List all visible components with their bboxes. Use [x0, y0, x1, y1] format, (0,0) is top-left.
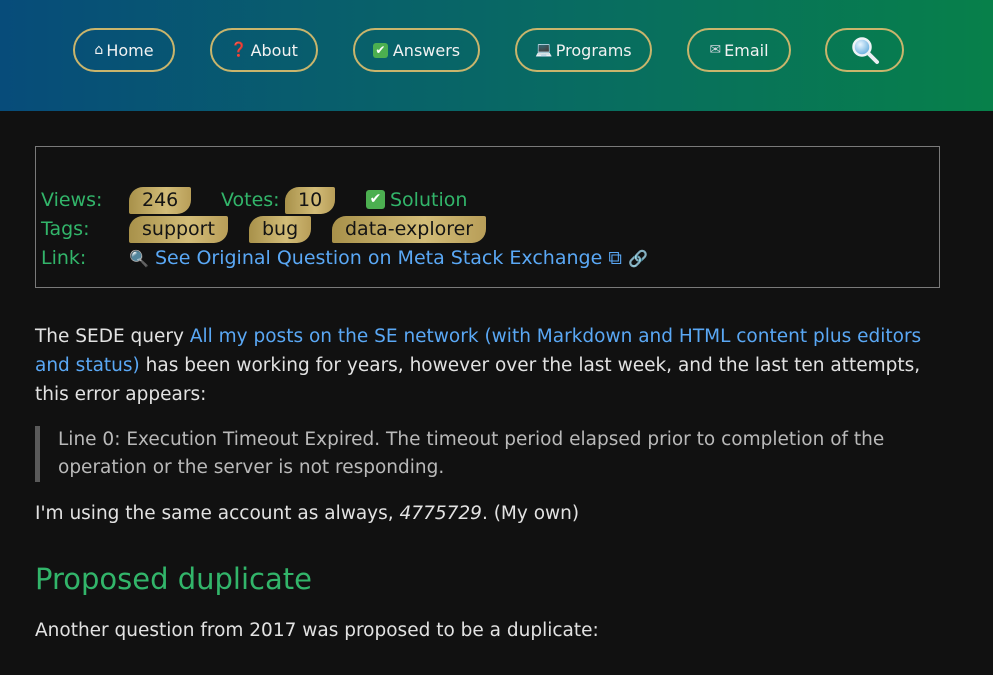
account-id: 4775729 [399, 503, 482, 524]
error-blockquote: Line 0: Execution Timeout Expired. The t… [35, 426, 935, 482]
section-heading: Proposed duplicate [35, 562, 312, 596]
paragraph-duplicate: Another question from 2017 was proposed … [35, 620, 599, 641]
votes-label: Votes: [221, 189, 280, 211]
nav-about-label: About [250, 40, 298, 60]
tag-data-explorer[interactable]: data-explorer [332, 216, 487, 243]
account-text-start: I'm using the same account as always, [35, 503, 400, 524]
original-question-link-wrapper: 🔍 See Original Question on Meta Stack Ex… [129, 245, 648, 272]
check-icon: ✔ [366, 190, 385, 209]
views-count: 246 [129, 187, 192, 214]
question-body: The SEDE query All my posts on the SE ne… [35, 322, 935, 645]
magnifier-icon: 🔍 [129, 249, 149, 268]
nav-answers-label: Answers [392, 40, 461, 60]
account-text-end: . (My own) [481, 503, 580, 524]
check-icon: ✔ [372, 42, 388, 58]
paragraph-intro: The SEDE query All my posts on the SE ne… [35, 322, 935, 409]
nav-programs-label: Programs [555, 40, 632, 60]
external-link-icon[interactable]: ⧉ [608, 247, 622, 269]
nav-email-label: Email [724, 40, 769, 60]
nav-email-button[interactable]: ✉ Email [687, 28, 791, 72]
nav-search-button[interactable] [825, 28, 904, 72]
original-question-link[interactable]: See Original Question on Meta Stack Exch… [155, 247, 602, 269]
nav-answers-button[interactable]: ✔ Answers [353, 28, 480, 72]
nav-home-button[interactable]: ⌂ Home [73, 28, 175, 72]
views-label: Views: [41, 189, 103, 211]
tags-label: Tags: [41, 218, 90, 240]
solution-label: Solution [390, 189, 468, 211]
nav-home-label: Home [106, 40, 154, 60]
laptop-icon: 💻 [535, 42, 553, 58]
tag-support[interactable]: support [129, 216, 228, 243]
question-meta-box: Views: 246 Votes: 10 ✔ Solution Tags: su… [35, 146, 940, 288]
home-icon: ⌂ [94, 42, 104, 58]
top-navigation-bar: ⌂ Home ❓ About ✔ Answers 💻 Programs ✉ Em… [0, 0, 993, 111]
votes-count: 10 [285, 187, 336, 214]
question-icon: ❓ [230, 42, 248, 58]
nav-programs-button[interactable]: 💻 Programs [515, 28, 652, 72]
nav-about-button[interactable]: ❓ About [210, 28, 318, 72]
mail-icon: ✉ [709, 42, 722, 58]
intro-text-end: has been working for years, however over… [35, 355, 921, 405]
chain-link-icon[interactable]: 🔗 [628, 249, 648, 268]
search-icon [851, 37, 879, 64]
tag-bug[interactable]: bug [249, 216, 312, 243]
link-label: Link: [41, 247, 87, 269]
paragraph-account: I'm using the same account as always, 47… [35, 499, 935, 528]
intro-text-start: The SEDE query [35, 326, 190, 347]
